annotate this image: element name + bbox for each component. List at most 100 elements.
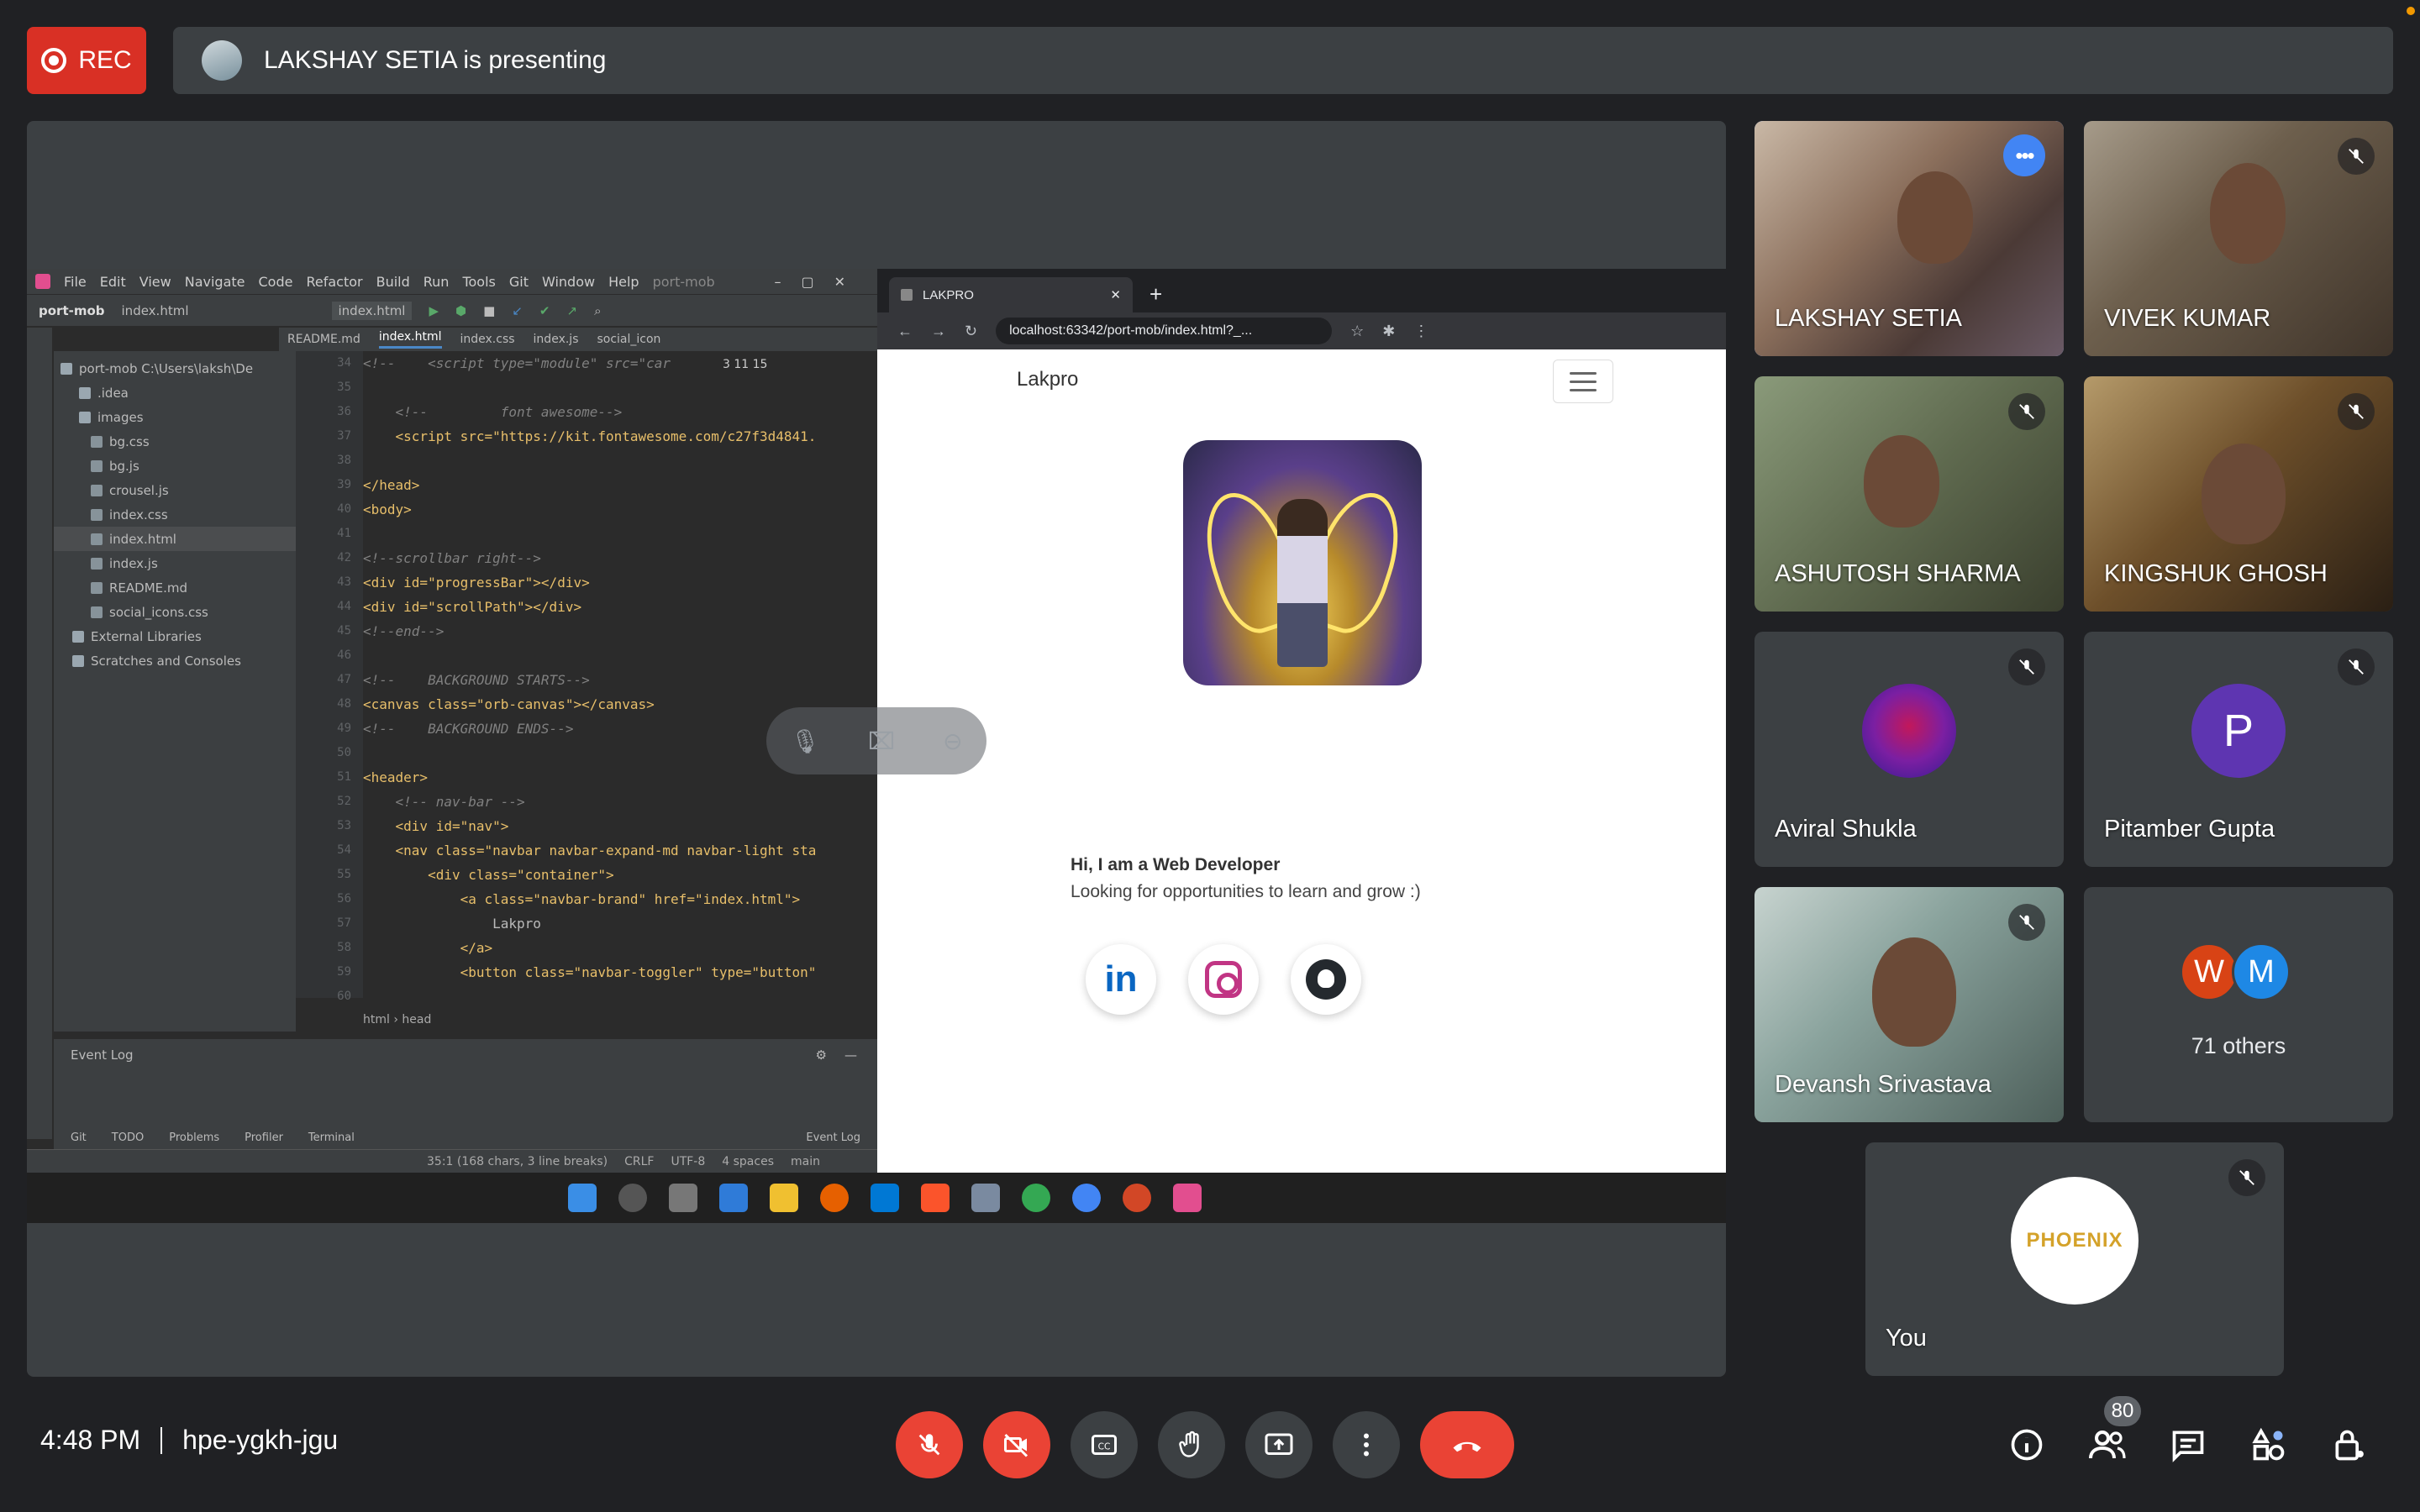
ide-menu-code[interactable]: Code [259, 274, 293, 290]
git-push-icon[interactable]: ↗ [566, 303, 577, 318]
firefox-icon[interactable] [820, 1184, 849, 1212]
git-commit-icon[interactable]: ✔ [539, 303, 550, 318]
people-button[interactable] [2084, 1421, 2131, 1468]
ide-project-crumb[interactable]: port-mob [39, 303, 105, 318]
file-explorer-icon[interactable] [770, 1184, 798, 1212]
meeting-details-button[interactable] [2003, 1421, 2050, 1468]
chat-button[interactable] [2165, 1421, 2212, 1468]
linkedin-icon[interactable]: in [1086, 944, 1156, 1015]
tree-row-readme[interactable]: README.md [54, 575, 296, 600]
reload-icon[interactable]: ↻ [965, 323, 977, 340]
bottom-tab-git[interactable]: Git [71, 1131, 87, 1144]
others-tile[interactable]: W M 71 others [2084, 887, 2393, 1122]
ide-window-controls[interactable]: –▢✕ [774, 274, 877, 290]
app-icon[interactable] [971, 1184, 1000, 1212]
forward-icon[interactable]: → [931, 323, 946, 340]
navbar-brand[interactable]: Lakpro [1017, 368, 1078, 391]
git-branch[interactable]: main [791, 1155, 820, 1168]
raise-hand-button[interactable] [1158, 1411, 1225, 1478]
ide-menu-file[interactable]: File [64, 274, 87, 290]
widgets-icon[interactable] [719, 1184, 748, 1212]
browser-menu-icon[interactable]: ⋮ [1413, 323, 1428, 340]
search-icon[interactable] [618, 1184, 647, 1212]
ide-menu-help[interactable]: Help [608, 274, 639, 290]
tree-row-scratches[interactable]: Scratches and Consoles [54, 648, 296, 673]
bookmark-star-icon[interactable]: ☆ [1350, 323, 1364, 340]
ide-menu-tools[interactable]: Tools [462, 274, 495, 290]
instagram-icon[interactable] [1188, 944, 1259, 1015]
vscode-icon[interactable] [871, 1184, 899, 1212]
camera-toggle-button[interactable] [983, 1411, 1050, 1478]
camera-off-icon[interactable]: ⌧ [868, 727, 895, 755]
powerpoint-icon[interactable] [1123, 1184, 1151, 1212]
tree-row-root[interactable]: port-mob C:\Users\laksh\De [54, 356, 296, 381]
tree-row-social-icons[interactable]: social_icons.css [54, 600, 296, 624]
ide-menu-run[interactable]: Run [424, 274, 450, 290]
code-editor[interactable]: <!-- <script type="module" src="car <!--… [363, 351, 867, 998]
tree-row-index-js[interactable]: index.js [54, 551, 296, 575]
ide-menu-edit[interactable]: Edit [100, 274, 126, 290]
ide-menu-refactor[interactable]: Refactor [306, 274, 362, 290]
back-icon[interactable]: ← [897, 323, 913, 340]
extensions-icon[interactable]: ✱ [1382, 323, 1395, 340]
bottom-tab-profiler[interactable]: Profiler [245, 1131, 283, 1144]
tree-row-index-html[interactable]: index.html [54, 527, 296, 551]
file-encoding[interactable]: UTF-8 [671, 1155, 705, 1168]
host-controls-button[interactable] [2326, 1421, 2373, 1468]
tab-index-js[interactable]: index.js [534, 333, 579, 346]
minimize-icon[interactable]: — [844, 1047, 857, 1063]
bottom-tab-problems[interactable]: Problems [169, 1131, 219, 1144]
chrome-icon[interactable] [1022, 1184, 1050, 1212]
more-options-icon[interactable]: ••• [2003, 134, 2045, 176]
run-icon[interactable]: ▶ [429, 303, 439, 318]
stop-icon[interactable]: ■ [483, 303, 495, 318]
tree-row-images[interactable]: images [54, 405, 296, 429]
tree-row-idea[interactable]: .idea [54, 381, 296, 405]
inspection-widget[interactable]: 3 11 15 [723, 358, 768, 371]
intellij-icon[interactable] [1173, 1184, 1202, 1212]
close-tab-icon[interactable]: ✕ [1110, 287, 1121, 302]
participant-tile[interactable]: ••• LAKSHAY SETIA [1754, 121, 2064, 356]
participant-tile[interactable]: KINGSHUK GHOSH [2084, 376, 2393, 612]
tree-row-index-css[interactable]: index.css [54, 502, 296, 527]
mic-toggle-button[interactable] [896, 1411, 963, 1478]
tab-social-icons[interactable]: social_icon [597, 333, 660, 346]
ide-file-crumb[interactable]: index.html [122, 303, 189, 318]
ide-menu-window[interactable]: Window [542, 274, 595, 290]
git-update-icon[interactable]: ↙ [512, 303, 523, 318]
ide-menu-build[interactable]: Build [376, 274, 410, 290]
new-tab-icon[interactable]: + [1150, 281, 1162, 307]
navbar-toggler[interactable] [1553, 360, 1613, 403]
tree-row-bg-js[interactable]: bg.js [54, 454, 296, 478]
editor-breadcrumb[interactable]: html › head [363, 1013, 431, 1026]
tree-row-bg-css[interactable]: bg.css [54, 429, 296, 454]
settings-icon[interactable]: ⚙ [816, 1047, 827, 1063]
tree-row-external-libraries[interactable]: External Libraries [54, 624, 296, 648]
event-log-button[interactable]: Event Log [806, 1131, 877, 1144]
ide-run-config[interactable]: index.html [331, 301, 413, 320]
present-button[interactable] [1245, 1411, 1313, 1478]
tree-row-crousel-js[interactable]: crousel.js [54, 478, 296, 502]
task-view-icon[interactable] [669, 1184, 697, 1212]
url-field[interactable]: localhost:63342/port-mob/index.html?_... [996, 318, 1333, 344]
more-options-button[interactable] [1333, 1411, 1400, 1478]
browser-tab[interactable]: LAKPRO ✕ [889, 277, 1133, 312]
remove-icon[interactable]: ⊖ [943, 727, 962, 755]
participant-tile[interactable]: P Pitamber Gupta [2084, 632, 2393, 867]
tab-index-css[interactable]: index.css [460, 333, 515, 346]
self-tile[interactable]: PHOENIX You [1865, 1142, 2284, 1376]
cursor-position[interactable]: 35:1 (168 chars, 3 line breaks) [427, 1155, 608, 1168]
activities-button[interactable] [2245, 1421, 2292, 1468]
line-separator[interactable]: CRLF [624, 1155, 654, 1168]
participant-tile[interactable]: ASHUTOSH SHARMA [1754, 376, 2064, 612]
bottom-tab-terminal[interactable]: Terminal [308, 1131, 355, 1144]
tab-index-html[interactable]: index.html [378, 330, 442, 349]
tab-readme[interactable]: README.md [287, 333, 360, 346]
chrome-alt-icon[interactable] [1072, 1184, 1101, 1212]
mic-off-icon[interactable]: 🎙 [790, 727, 820, 755]
participant-tile[interactable]: Devansh Srivastava [1754, 887, 2064, 1122]
leave-call-button[interactable] [1420, 1411, 1514, 1478]
brave-icon[interactable] [921, 1184, 950, 1212]
start-icon[interactable] [568, 1184, 597, 1212]
ide-menu-navigate[interactable]: Navigate [185, 274, 245, 290]
